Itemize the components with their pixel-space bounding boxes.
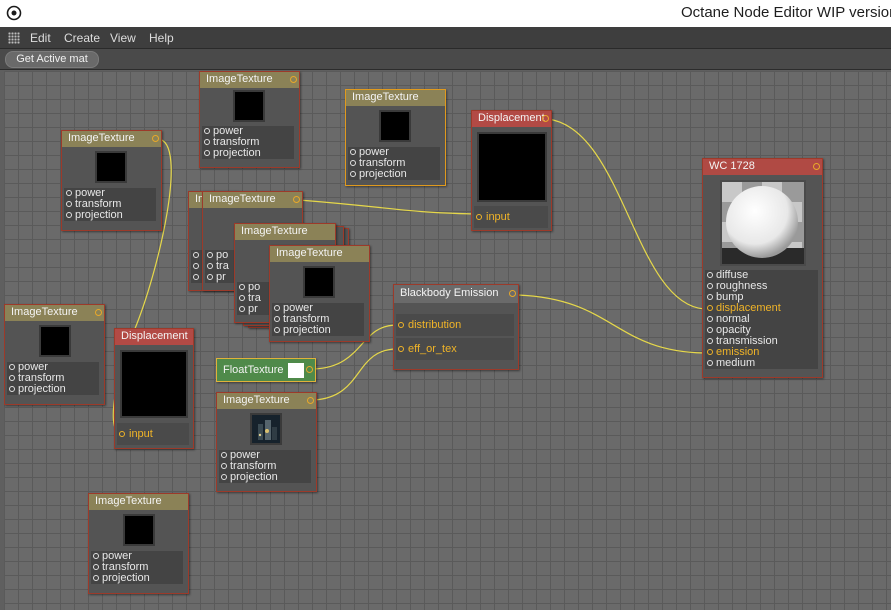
output-port[interactable] [290,76,297,83]
float-texture-node[interactable]: FloatTexture [216,358,316,382]
output-port[interactable] [509,290,516,297]
texture-preview-image [250,413,282,445]
port-transform[interactable]: transform [91,562,183,573]
night-scene-thumbnail-icon [252,415,280,443]
port-power[interactable]: power [91,551,183,562]
port-transform[interactable]: transform [348,158,440,169]
port-power[interactable]: power [219,450,311,461]
displacement-preview [120,350,188,418]
port-projection[interactable]: projection [91,573,183,584]
wire-displacement-to-material [547,118,705,310]
image-texture-node[interactable]: ImageTexture power transform projection [61,130,162,231]
material-node[interactable]: WC 1728 diffuse roughness bump displacem… [702,158,823,378]
node-title: Displacement [115,329,193,345]
port-emission[interactable]: emission [705,347,818,358]
grip-icon[interactable] [8,32,20,44]
blackbody-emission-node[interactable]: Blackbody Emission distribution eff_or_t… [393,284,519,370]
port-transmission[interactable]: transmission [705,336,818,347]
node-title: ImageTexture [346,90,445,106]
node-title: Displacement [472,111,551,127]
node-title: ImageTexture [200,72,299,88]
port-transform[interactable]: transform [272,314,364,325]
output-port[interactable] [307,397,314,404]
sphere-preview-icon [722,182,804,264]
port-bump[interactable]: bump [705,292,818,303]
port-power[interactable]: power [348,147,440,158]
texture-preview [39,325,71,357]
port-transform[interactable]: transform [64,199,156,210]
output-port[interactable] [293,196,300,203]
app-logo-icon [6,5,22,21]
toolbar: Get Active mat [0,49,891,70]
image-texture-node[interactable]: ImageTexture power transform projection [199,71,300,168]
menu-view[interactable]: View [110,31,136,45]
float-value-swatch[interactable] [288,363,304,378]
port-projection[interactable]: projection [219,472,311,483]
port-projection[interactable]: projection [202,148,294,159]
texture-preview [95,151,127,183]
port-projection[interactable]: projection [64,210,156,221]
displacement-node[interactable]: Displacement input [114,328,194,449]
image-texture-node[interactable]: ImageTexture power transform projection [216,392,317,492]
window-titlebar: Octane Node Editor WIP version [0,0,891,27]
window-title: Octane Node Editor WIP version [681,4,891,21]
node-canvas[interactable]: ImageTexture power transform projection … [4,71,891,610]
node-title: ImageTexture [270,246,369,262]
image-texture-node-selected[interactable]: ImageTexture power transform projection [345,89,446,186]
node-title: ImageTexture [235,224,335,240]
port-medium[interactable]: medium [705,358,818,369]
image-texture-node[interactable]: ImageTexture power transform projection [88,493,189,594]
displacement-preview [477,132,547,202]
node-title: WC 1728 [703,159,822,175]
texture-preview [379,110,411,142]
port-eff-or-tex[interactable]: eff_or_tex [396,338,514,360]
port-distribution[interactable]: distribution [396,314,514,336]
port-opacity[interactable]: opacity [705,325,818,336]
node-title: ImageTexture [62,131,161,147]
port-normal[interactable]: normal [705,314,818,325]
menu-help[interactable]: Help [149,31,174,45]
node-title: ImageTexture [217,393,316,409]
port-displacement[interactable]: displacement [705,303,818,314]
output-port[interactable] [542,115,549,122]
menu-bar: Edit Create View Help [0,27,891,49]
port-projection[interactable]: projection [7,384,99,395]
material-preview [720,180,806,266]
output-port[interactable] [95,309,102,316]
image-texture-node[interactable]: ImageTexture power transform projection [269,245,370,342]
port-roughness[interactable]: roughness [705,281,818,292]
image-texture-node[interactable]: ImageTexture power transform projection [4,304,105,405]
wire-tex-to-eff-or-tex [313,348,398,401]
menu-create[interactable]: Create [64,31,100,45]
port-transform[interactable]: transform [7,373,99,384]
texture-preview [233,90,265,122]
port-power[interactable]: power [272,303,364,314]
port-input[interactable]: input [117,423,189,445]
displacement-node[interactable]: Displacement input [471,110,552,231]
texture-preview [123,514,155,546]
output-port[interactable] [813,163,820,170]
port-projection[interactable]: projection [272,325,364,336]
node-title: Blackbody Emission [394,285,518,303]
get-active-mat-button[interactable]: Get Active mat [5,51,99,68]
node-title: ImageTexture [5,305,104,321]
node-title: ImageTexture [89,494,188,510]
texture-preview [303,266,335,298]
menu-edit[interactable]: Edit [30,31,51,45]
wire-tex-to-upper-displacement [298,199,475,215]
output-port[interactable] [306,366,313,373]
node-title: ImageTexture [203,192,302,208]
port-power[interactable]: power [202,126,294,137]
port-diffuse[interactable]: diffuse [705,270,818,281]
port-input[interactable]: input [474,206,548,228]
wire-blackbody-to-material [517,294,705,354]
output-port[interactable] [152,135,159,142]
port-power[interactable]: power [64,188,156,199]
port-transform[interactable]: transform [202,137,294,148]
port-power[interactable]: power [7,362,99,373]
port-transform[interactable]: transform [219,461,311,472]
port-projection[interactable]: projection [348,169,440,180]
